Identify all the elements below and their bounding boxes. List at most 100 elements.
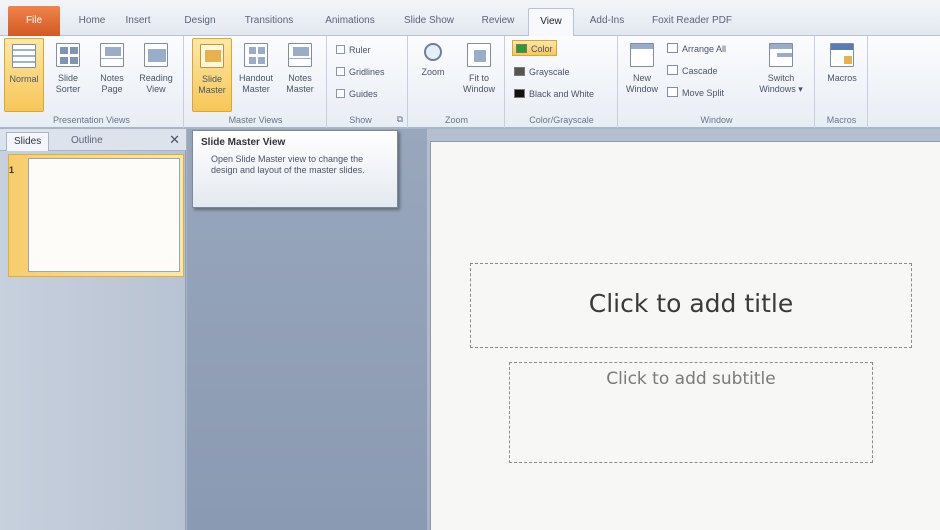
tab-transitions[interactable]: Transitions bbox=[236, 10, 302, 32]
tab-view[interactable]: View bbox=[528, 8, 574, 36]
tab-outline[interactable]: Outline bbox=[64, 132, 110, 151]
zoom-button[interactable]: Zoom bbox=[413, 38, 453, 112]
cascade-button[interactable]: Cascade bbox=[667, 63, 718, 79]
dialog-launcher-icon[interactable]: ⧉ bbox=[397, 114, 403, 125]
guides-checkbox-box[interactable] bbox=[336, 89, 345, 98]
group-label-show: Show bbox=[349, 115, 372, 125]
guides-checkbox[interactable]: Guides bbox=[336, 86, 378, 102]
tab-slides[interactable]: Slides bbox=[6, 132, 50, 151]
notes-master-label-2: Master bbox=[286, 84, 314, 94]
fit-to-window-label-2: Window bbox=[462, 84, 495, 94]
slide-sorter-button[interactable]: Slide Sorter bbox=[48, 38, 88, 112]
tab-review[interactable]: Review bbox=[476, 10, 520, 32]
tab-insert[interactable]: Insert bbox=[118, 10, 158, 32]
cascade-label: Cascade bbox=[682, 66, 718, 76]
move-split-label: Move Split bbox=[682, 88, 725, 98]
new-window-label-2: Window bbox=[625, 84, 658, 94]
group-show: Ruler Gridlines Guides Show ⧉ bbox=[328, 36, 408, 128]
handout-master-label-1: Handout bbox=[238, 73, 274, 83]
group-label-presentation-views: Presentation Views bbox=[53, 115, 130, 125]
arrange-all-icon bbox=[667, 43, 678, 53]
group-window: New Window Arrange All Cascade Move Spli… bbox=[619, 36, 815, 128]
ribbon: Normal Slide Sorter Notes Page Reading V… bbox=[0, 36, 940, 128]
reading-view-label-2: View bbox=[146, 84, 166, 94]
slides-pane: Slides Outline ✕ 1 bbox=[0, 129, 186, 530]
normal-view-label: Normal bbox=[9, 74, 39, 84]
ruler-checkbox-box[interactable] bbox=[336, 45, 345, 54]
tab-foxit-reader-pdf[interactable]: Foxit Reader PDF bbox=[644, 10, 740, 32]
slide-sorter-label-1: Slide bbox=[57, 73, 78, 83]
group-label-macros: Macros bbox=[826, 115, 857, 125]
tab-animations[interactable]: Animations bbox=[318, 10, 382, 32]
tab-home[interactable]: Home bbox=[70, 10, 114, 32]
new-window-icon bbox=[630, 43, 654, 67]
macros-label: Macros bbox=[827, 73, 857, 83]
ribbon-tab-row: File Home Insert Design Transitions Anim… bbox=[0, 0, 940, 36]
slide-sorter-label-2: Sorter bbox=[55, 84, 81, 94]
gridlines-checkbox-box[interactable] bbox=[336, 67, 345, 76]
slide-canvas[interactable]: Click to add title Click to add subtitle bbox=[430, 141, 940, 530]
reading-view-label-1: Reading bbox=[139, 73, 173, 83]
grayscale-swatch-icon bbox=[514, 67, 525, 76]
switch-windows-label-2: Windows ▾ bbox=[759, 84, 803, 94]
gridlines-checkbox[interactable]: Gridlines bbox=[336, 64, 385, 80]
handout-master-label-2: Master bbox=[242, 84, 270, 94]
notes-page-label-1: Notes bbox=[100, 73, 124, 83]
group-zoom: Zoom Fit to Window Zoom bbox=[409, 36, 505, 128]
color-button[interactable]: Color bbox=[512, 40, 557, 56]
handout-master-button[interactable]: Handout Master bbox=[236, 38, 276, 112]
color-swatch-icon bbox=[516, 44, 527, 53]
title-placeholder[interactable]: Click to add title bbox=[470, 263, 912, 348]
new-window-button[interactable]: New Window bbox=[621, 38, 663, 112]
group-presentation-views: Normal Slide Sorter Notes Page Reading V… bbox=[0, 36, 184, 128]
cascade-icon bbox=[667, 65, 678, 75]
slide-number: 1 bbox=[9, 165, 15, 175]
notes-master-icon bbox=[288, 43, 312, 67]
slide-master-button[interactable]: Slide Master bbox=[192, 38, 232, 112]
group-color-grayscale: Color Grayscale Black and White Color/Gr… bbox=[506, 36, 618, 128]
switch-windows-label-1: Switch bbox=[767, 73, 795, 83]
notes-page-icon bbox=[100, 43, 124, 67]
slide-master-label-1: Slide bbox=[201, 74, 222, 84]
macros-button[interactable]: Macros bbox=[820, 38, 864, 112]
fit-to-window-icon bbox=[467, 43, 491, 67]
group-label-window: Window bbox=[700, 115, 733, 125]
arrange-all-label: Arrange All bbox=[682, 44, 727, 54]
switch-windows-button[interactable]: Switch Windows ▾ bbox=[755, 38, 807, 112]
fit-to-window-button[interactable]: Fit to Window bbox=[459, 38, 499, 112]
tab-file[interactable]: File bbox=[8, 6, 60, 36]
group-label-master-views: Master Views bbox=[228, 115, 283, 125]
move-split-icon bbox=[667, 87, 678, 97]
notes-page-label-2: Page bbox=[101, 84, 123, 94]
slide-thumbnail[interactable] bbox=[28, 158, 180, 272]
black-white-swatch-icon bbox=[514, 89, 525, 98]
zoom-label: Zoom bbox=[421, 67, 445, 77]
normal-view-icon bbox=[12, 44, 36, 68]
move-split-button[interactable]: Move Split bbox=[667, 85, 724, 101]
magnifier-icon bbox=[424, 43, 442, 61]
slide-master-icon bbox=[200, 44, 224, 68]
tooltip-body: Open Slide Master view to change the des… bbox=[211, 154, 365, 175]
pane-tabs: Slides Outline ✕ bbox=[0, 129, 186, 151]
slide-master-tooltip: Slide Master View Open Slide Master view… bbox=[192, 130, 398, 208]
tab-slide-show[interactable]: Slide Show bbox=[398, 10, 460, 32]
reading-view-button[interactable]: Reading View bbox=[136, 38, 176, 112]
subtitle-placeholder[interactable]: Click to add subtitle bbox=[509, 362, 873, 463]
tab-add-ins[interactable]: Add-Ins bbox=[584, 10, 630, 32]
macros-icon bbox=[830, 43, 854, 67]
switch-windows-icon bbox=[769, 43, 793, 67]
group-master-views: Slide Master Handout Master Notes Master… bbox=[185, 36, 327, 128]
close-pane-icon[interactable]: ✕ bbox=[169, 132, 180, 148]
black-and-white-button[interactable]: Black and White bbox=[514, 86, 594, 102]
arrange-all-button[interactable]: Arrange All bbox=[667, 41, 726, 57]
ruler-checkbox[interactable]: Ruler bbox=[336, 42, 371, 58]
guides-label: Guides bbox=[349, 89, 378, 99]
group-label-zoom: Zoom bbox=[444, 115, 468, 125]
new-window-label-1: New bbox=[632, 73, 651, 83]
tab-design[interactable]: Design bbox=[178, 10, 222, 32]
notes-master-button[interactable]: Notes Master bbox=[280, 38, 320, 112]
color-label: Color bbox=[531, 44, 553, 54]
grayscale-button[interactable]: Grayscale bbox=[514, 64, 570, 80]
notes-page-button[interactable]: Notes Page bbox=[92, 38, 132, 112]
normal-view-button[interactable]: Normal bbox=[4, 38, 44, 112]
